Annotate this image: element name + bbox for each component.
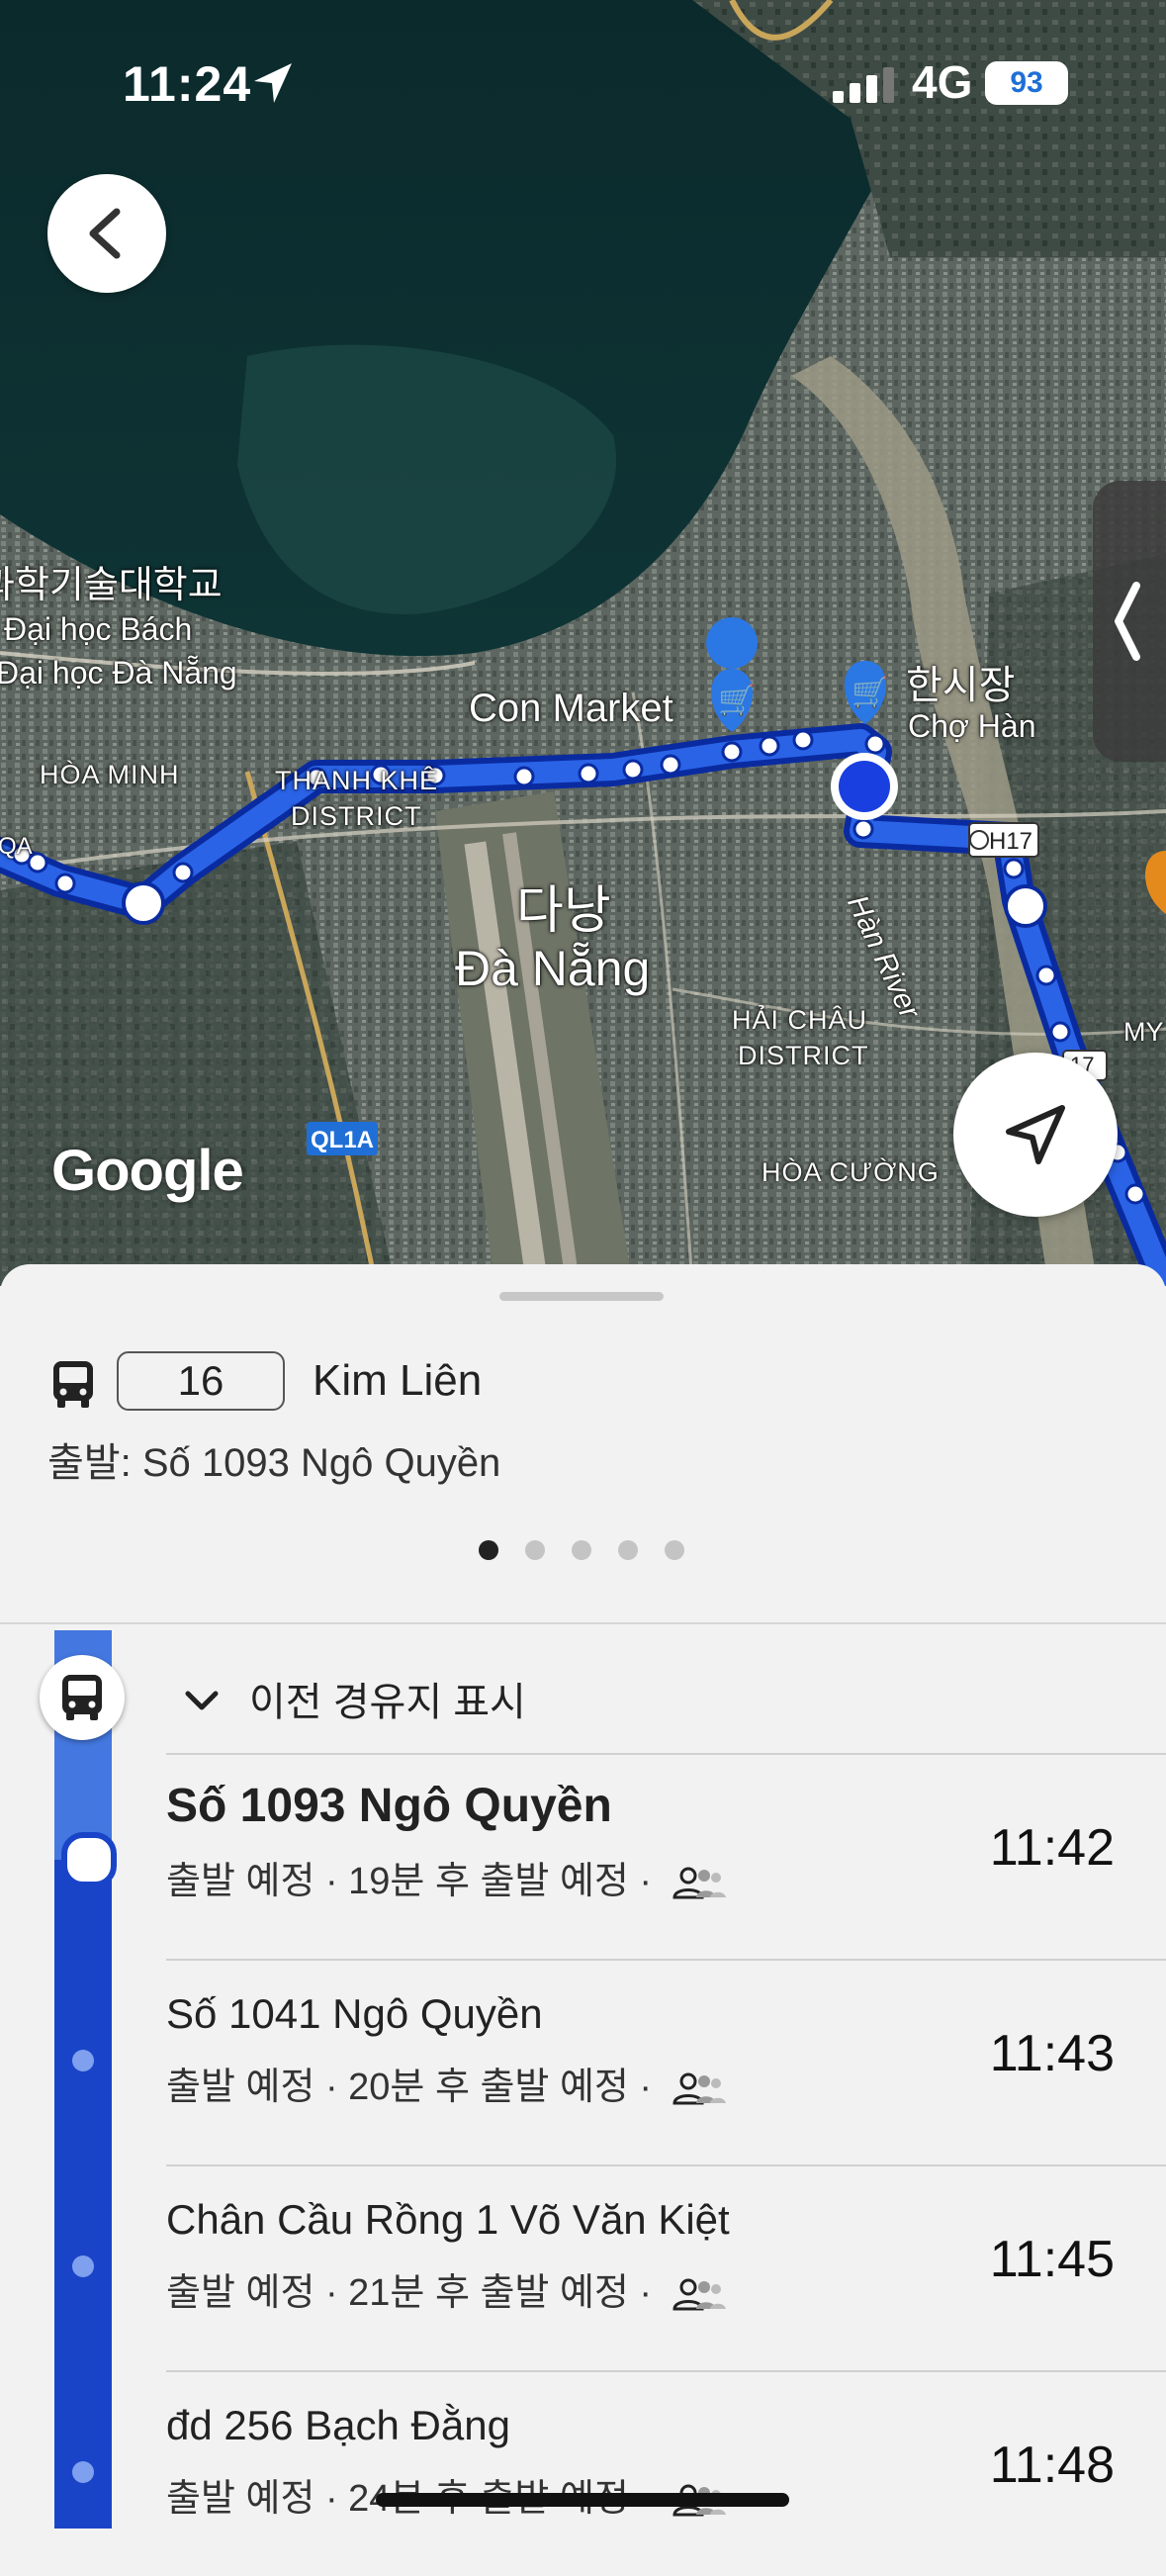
map-label-thanh-khe: THANH KHÊ <box>275 766 439 795</box>
stop-name: Số 1093 Ngô Quyền <box>166 1780 612 1832</box>
chevron-left-icon <box>1115 582 1140 661</box>
google-logo: Google <box>51 1139 244 1203</box>
stop-time: 11:48 <box>989 2437 1115 2494</box>
route-number-badge: 16 <box>117 1351 285 1411</box>
stop-name: đd 256 Bạch Đằng <box>166 2402 510 2448</box>
page-dot[interactable] <box>572 1540 591 1560</box>
stop-time: 11:42 <box>989 1819 1115 1877</box>
map-label-university-vi-1: Đại học Bách <box>4 611 193 647</box>
section-divider <box>0 1622 1166 1624</box>
stop-marker <box>72 2461 94 2483</box>
map-label-city-ko: 다낭 <box>516 882 611 940</box>
bus-icon <box>62 1675 102 1720</box>
map-label-city-vi: Đà Nẵng <box>455 941 651 996</box>
stop-name: Chân Cầu Rồng 1 Võ Văn Kiệt <box>166 2196 730 2243</box>
people-icon <box>673 2072 726 2105</box>
map-label-con-market[interactable]: Con Market <box>469 687 673 731</box>
map-label-road-h17: H17 <box>989 828 1032 855</box>
page-dot[interactable] <box>525 1540 545 1560</box>
status-time: 11:24 <box>123 56 252 112</box>
map-label-hoa-cuong: HÒA CƯỜNG <box>762 1157 940 1187</box>
back-button[interactable] <box>47 174 166 293</box>
bus-position-marker <box>40 1655 125 1740</box>
current-stop-marker <box>61 1832 117 1887</box>
svg-text:🛒: 🛒 <box>852 675 888 710</box>
map-label-han-market-vi[interactable]: Chợ Hàn <box>908 708 1035 745</box>
map-label-thanh-khe-district: DISTRICT <box>291 801 422 831</box>
map-label-hai-chau-district: DISTRICT <box>738 1041 869 1070</box>
page-dot[interactable] <box>618 1540 638 1560</box>
map-label-han-market-ko[interactable]: 한시장 <box>906 653 1015 710</box>
svg-text:🛒: 🛒 <box>718 683 755 718</box>
map-label-university-vi-2: Đại học Đà Nẵng <box>0 655 237 690</box>
route-details-sheet: 16 Kim Liên 출발: Số 1093 Ngô Quyền 이전 경유지… <box>0 1264 1166 2529</box>
sheet-drag-handle[interactable] <box>499 1292 664 1301</box>
page-dot[interactable] <box>665 1540 684 1560</box>
stop-status: 출발 예정 · 20분 후 출발 예정 · <box>166 2056 726 2110</box>
page-indicator[interactable] <box>479 1540 711 1565</box>
stop-status: 출발 예정 · 19분 후 출발 예정 · <box>166 1850 726 1904</box>
chevron-down-icon <box>185 1691 219 1710</box>
stop-row[interactable]: Số 1093 Ngô Quyền 출발 예정 · 19분 후 출발 예정 · … <box>166 1755 1166 1959</box>
map-label-road-ql1a: QL1A <box>311 1127 374 1153</box>
network-label: 4G <box>912 56 973 108</box>
stop-time: 11:45 <box>989 2231 1115 2288</box>
back-chevron-icon <box>89 208 121 259</box>
side-panel-tab[interactable] <box>1093 481 1166 762</box>
show-previous-stops-button[interactable]: 이전 경유지 표시 <box>166 1660 1056 1729</box>
stop-row[interactable]: đd 256 Bạch Đằng 출발 예정 · 24분 후 출발 예정 · 1… <box>166 2372 1166 2576</box>
battery-indicator: 93 <box>985 61 1068 105</box>
map-label-hai-chau: HẢI CHÂU <box>732 1005 868 1035</box>
home-indicator[interactable] <box>376 2493 789 2507</box>
departure-stop: 출발: Số 1093 Ngô Quyền <box>47 1441 501 1485</box>
stop-name: Số 1041 Ngô Quyền <box>166 1990 543 2037</box>
stop-marker <box>72 2050 94 2071</box>
stop-row[interactable]: Chân Cầu Rồng 1 Võ Văn Kiệt 출발 예정 · 21분 … <box>166 2166 1166 2370</box>
map-label-partial-qa: QA <box>0 833 33 860</box>
recenter-button[interactable] <box>953 1053 1118 1217</box>
page-dot[interactable] <box>479 1540 498 1560</box>
show-previous-stops-label: 이전 경유지 표시 <box>249 1681 526 1724</box>
bus-icon <box>53 1361 93 1408</box>
stop-time: 11:43 <box>989 2025 1115 2082</box>
people-icon <box>673 1867 726 1899</box>
route-destination: Kim Liên <box>313 1356 483 1405</box>
stop-row[interactable]: Số 1041 Ngô Quyền 출발 예정 · 20분 후 출발 예정 · … <box>166 1961 1166 2164</box>
stop-marker <box>72 2255 94 2277</box>
people-icon <box>673 2278 726 2311</box>
map-label-my: MY <box>1123 1017 1164 1047</box>
map-label-hoa-minh: HÒA MINH <box>40 760 180 789</box>
stop-status: 출발 예정 · 21분 후 출발 예정 · <box>166 2261 726 2316</box>
navigate-arrow-icon <box>1006 1105 1065 1164</box>
status-bar: 11:24 4G 93 <box>0 55 1166 115</box>
map-label-university-ko: 과학기술대학교 <box>0 565 223 606</box>
signal-icon <box>833 67 894 103</box>
location-arrow-icon <box>254 63 292 103</box>
